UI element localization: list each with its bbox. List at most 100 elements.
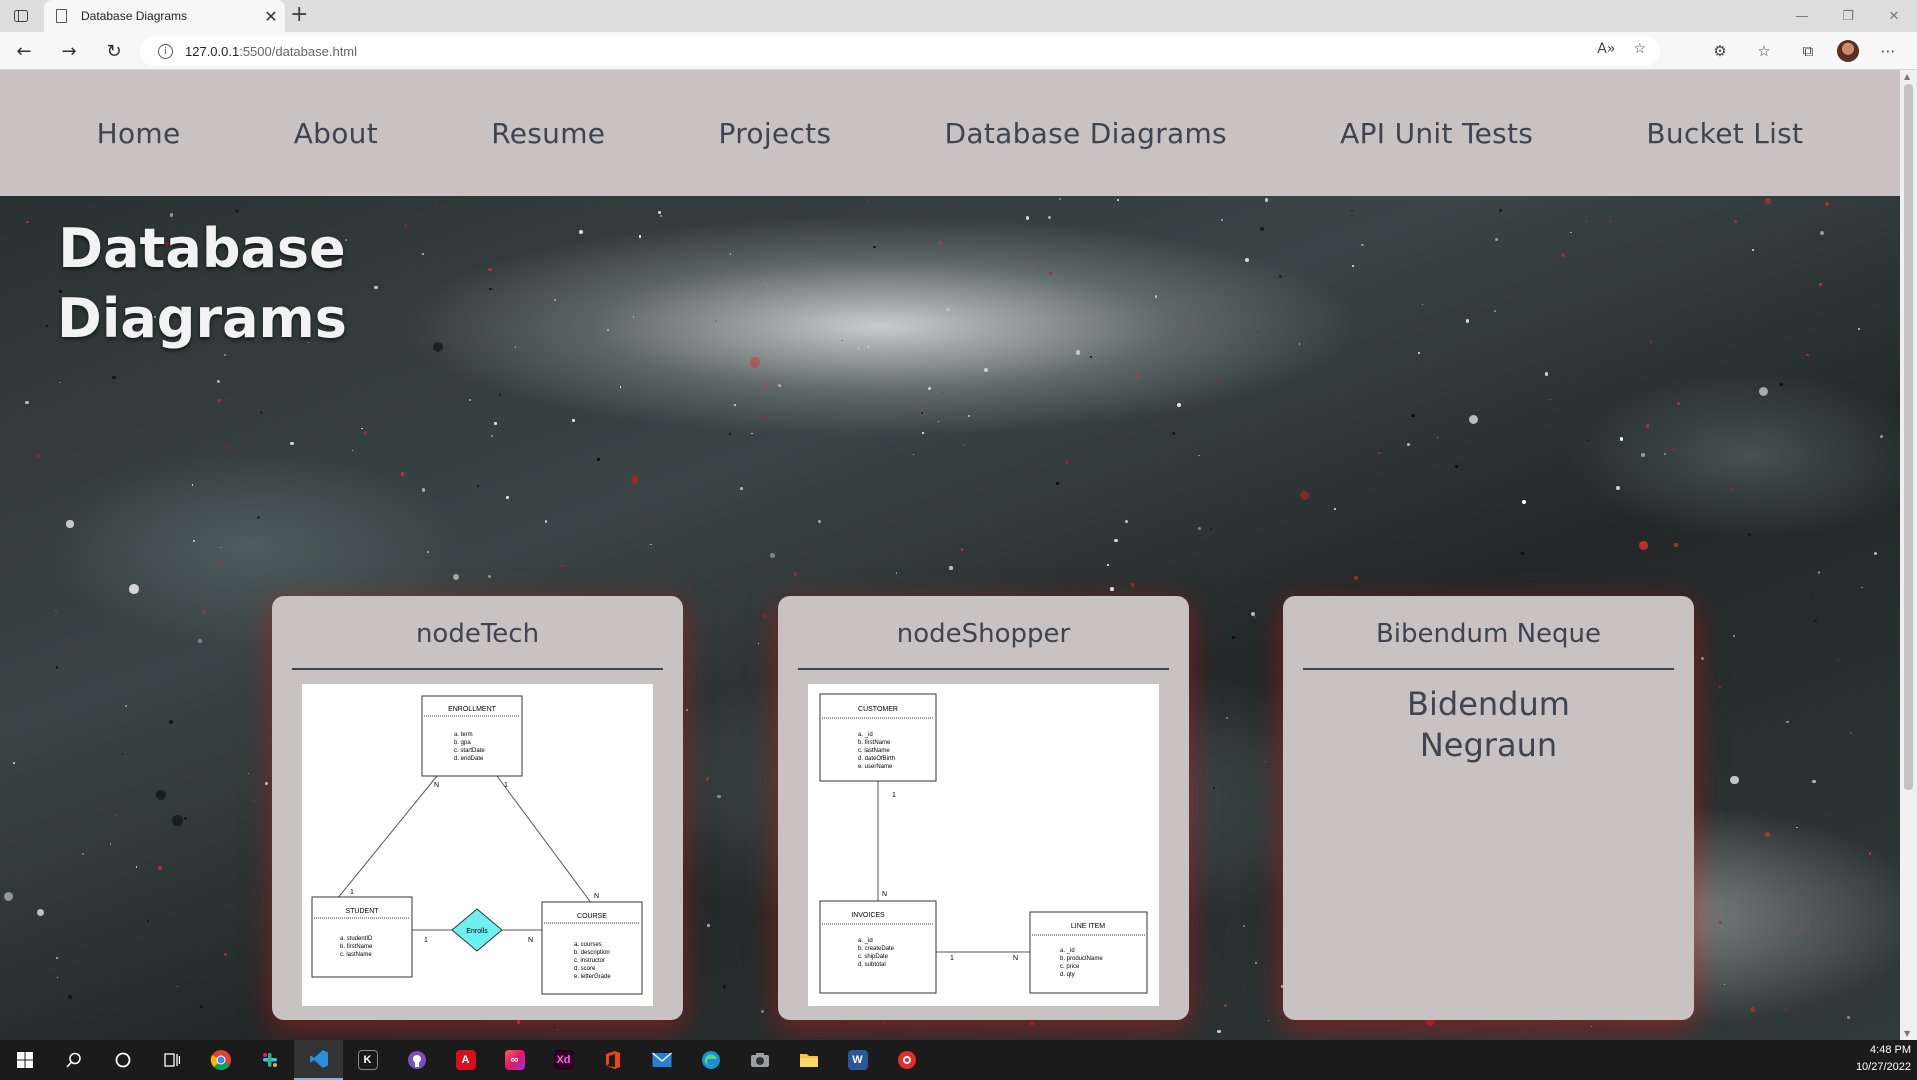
svg-text:d. score: d. score (574, 966, 596, 972)
nav-link-home[interactable]: Home (97, 117, 181, 150)
clock-time: 4:48 PM (1870, 1044, 1911, 1056)
svg-text:1: 1 (350, 889, 354, 896)
svg-text:N: N (528, 937, 533, 944)
svg-text:b. productName: b. productName (1060, 956, 1103, 962)
forward-arrow-icon[interactable]: → (55, 38, 83, 64)
back-arrow-icon[interactable]: ← (10, 38, 38, 64)
scroll-down-icon[interactable]: ▼ (1904, 1029, 1910, 1038)
diagram-card-nodeshopper: nodeShopper CUSTOMER a. _id b. firstName… (778, 596, 1189, 1020)
acrobat-icon[interactable]: A (441, 1040, 490, 1080)
browser-tab-active[interactable]: Database Diagrams ✕ (44, 0, 285, 32)
record-icon[interactable] (882, 1040, 931, 1080)
minimize-icon[interactable]: — (1779, 0, 1825, 32)
entity-invoices: INVOICES a. _id b. createDate c. shipDat… (819, 900, 937, 994)
nav-link-api-unit-tests[interactable]: API Unit Tests (1340, 117, 1533, 150)
office-icon[interactable] (588, 1040, 637, 1080)
svg-text:a. term: a. term (454, 732, 473, 738)
svg-text:1: 1 (504, 782, 508, 789)
svg-text:c. instructor: c. instructor (574, 958, 605, 964)
read-aloud-icon[interactable]: A» (1597, 41, 1615, 57)
card-title: nodeTech (292, 614, 663, 670)
nav-link-database-diagrams[interactable]: Database Diagrams (945, 117, 1227, 150)
kotlin-icon[interactable]: K (343, 1040, 392, 1080)
windows-taskbar: K A ∞ Xd W 4:48 PM 10/27/2022 (0, 1040, 1917, 1080)
url-text: 127.0.0.1:5500/database.html (185, 43, 358, 59)
tab-title: Database Diagrams (81, 9, 188, 23)
search-icon[interactable] (49, 1040, 98, 1080)
svg-text:a. _id: a. _id (858, 938, 873, 944)
svg-text:STUDENT: STUDENT (345, 908, 379, 915)
reload-icon[interactable]: ↻ (100, 38, 128, 64)
restore-icon[interactable]: ❐ (1825, 0, 1871, 32)
more-menu-icon[interactable]: ⋯ (1873, 36, 1903, 66)
camera-icon[interactable] (735, 1040, 784, 1080)
collections-icon[interactable]: ⧉ (1793, 36, 1823, 66)
svg-text:b. description: b. description (574, 950, 610, 956)
relation-enrolls: Enrolls (451, 908, 503, 952)
svg-text:d. qty: d. qty (1060, 972, 1075, 978)
extensions-icon[interactable]: ⚙ (1705, 36, 1735, 66)
er-diagram-nodetech[interactable]: ENROLLMENT a. term b. gpa c. startDate d… (302, 684, 653, 1006)
start-icon[interactable] (0, 1040, 49, 1080)
svg-text:a. courses: a. courses (574, 942, 602, 948)
svg-text:N: N (434, 782, 439, 789)
close-window-icon[interactable]: ✕ (1871, 0, 1917, 32)
favorite-star-icon[interactable]: ☆ (1633, 41, 1646, 57)
svg-text:N: N (882, 891, 887, 898)
svg-text:b. gpa: b. gpa (454, 740, 471, 746)
svg-text:1: 1 (892, 792, 896, 799)
svg-text:a. studentID: a. studentID (340, 936, 373, 942)
slack-icon[interactable] (245, 1040, 294, 1080)
svg-text:e. letterGrade: e. letterGrade (574, 974, 611, 980)
page-title: Database Diagrams (57, 217, 347, 350)
svg-text:c. lastName: c. lastName (858, 748, 890, 754)
svg-text:e. userName: e. userName (858, 764, 893, 770)
svg-text:c. startDate: c. startDate (454, 748, 485, 754)
diagram-card-nodetech: nodeTech ENROLLMENT a. term b. gpa c. st… (272, 596, 683, 1020)
svg-text:INVOICES: INVOICES (851, 912, 885, 919)
tab-actions-icon[interactable] (8, 6, 34, 26)
new-tab-button[interactable]: + (290, 2, 308, 27)
nav-link-about[interactable]: About (294, 117, 378, 150)
profile-avatar[interactable] (1837, 40, 1859, 62)
github-icon[interactable] (392, 1040, 441, 1080)
page-viewport: Home About Resume Projects Database Diag… (0, 70, 1900, 1040)
mail-icon[interactable] (637, 1040, 686, 1080)
svg-text:a. _id: a. _id (858, 732, 873, 738)
svg-text:c. shipDate: c. shipDate (858, 954, 889, 960)
svg-text:d. subtotal: d. subtotal (858, 962, 886, 968)
word-icon[interactable]: W (833, 1040, 882, 1080)
favorites-icon[interactable]: ☆ (1749, 36, 1779, 66)
edge-icon[interactable] (686, 1040, 735, 1080)
system-clock[interactable]: 4:48 PM 10/27/2022 (1856, 1042, 1911, 1076)
scrollbar-thumb[interactable] (1904, 84, 1913, 790)
file-explorer-icon[interactable] (784, 1040, 833, 1080)
entity-course: COURSE a. courses b. description c. inst… (541, 901, 643, 995)
creative-cloud-icon[interactable]: ∞ (490, 1040, 539, 1080)
page-icon (56, 9, 67, 23)
svg-text:COURSE: COURSE (577, 913, 607, 920)
address-bar[interactable]: i 127.0.0.1:5500/database.html A» ☆ (140, 36, 1660, 66)
vscode-icon[interactable] (294, 1040, 343, 1080)
nav-link-projects[interactable]: Projects (719, 117, 832, 150)
nav-link-resume[interactable]: Resume (491, 117, 605, 150)
task-view-icon[interactable] (147, 1040, 196, 1080)
svg-text:1: 1 (424, 937, 428, 944)
page-scrollbar[interactable]: ▲ ▼ (1900, 70, 1917, 1040)
xd-icon[interactable]: Xd (539, 1040, 588, 1080)
svg-text:b. firstName: b. firstName (340, 944, 373, 950)
scroll-up-icon[interactable]: ▲ (1904, 72, 1910, 81)
site-nav: Home About Resume Projects Database Diag… (0, 70, 1900, 196)
svg-text:d. dateOfBirth: d. dateOfBirth (858, 756, 895, 762)
svg-text:N: N (1013, 955, 1018, 962)
nav-link-bucket-list[interactable]: Bucket List (1646, 117, 1803, 150)
site-info-icon[interactable]: i (158, 43, 173, 59)
entity-line-item: LINE ITEM a. _id b. productName c. price… (1029, 911, 1148, 994)
browser-toolbar: ← → ↻ i 127.0.0.1:5500/database.html A» … (0, 32, 1917, 70)
er-diagram-nodeshopper[interactable]: CUSTOMER a. _id b. firstName c. lastName… (808, 684, 1159, 1006)
cortana-icon[interactable] (98, 1040, 147, 1080)
chrome-icon[interactable] (196, 1040, 245, 1080)
browser-tab-strip: Database Diagrams ✕ + — ❐ ✕ (0, 0, 1917, 32)
tab-close-icon[interactable]: ✕ (257, 7, 285, 26)
svg-text:N: N (594, 893, 599, 900)
